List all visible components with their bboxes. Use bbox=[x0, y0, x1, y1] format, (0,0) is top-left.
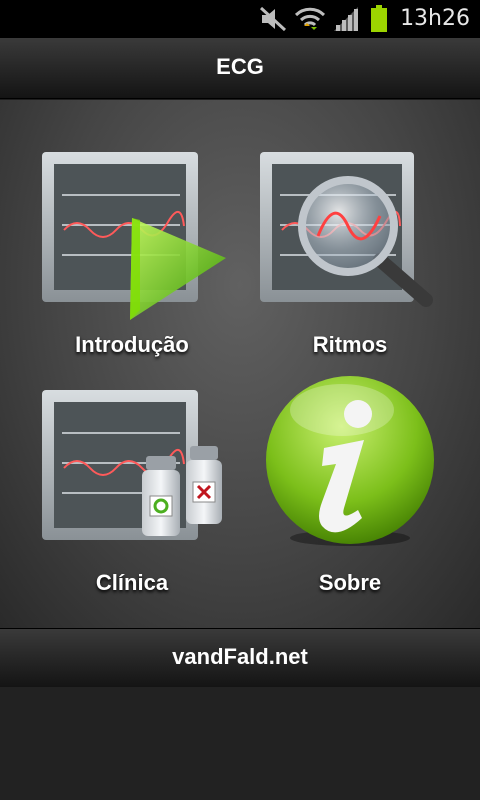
menu-item-label: Ritmos bbox=[312, 332, 388, 357]
menu-item-label: Introdução bbox=[75, 332, 189, 357]
menu-item-label: Sobre bbox=[318, 570, 382, 595]
play-monitor-icon bbox=[42, 152, 226, 320]
clock: 13h26 bbox=[400, 6, 470, 31]
menu-grid: Introdução Ritmos Clínica Sobre bbox=[0, 100, 480, 628]
vials-monitor-icon bbox=[42, 390, 222, 540]
status-bar: 13h26 bbox=[0, 0, 480, 38]
wifi-icon bbox=[294, 7, 326, 30]
footer-bar: vandFald.net bbox=[0, 628, 480, 688]
title-bar: ECG bbox=[0, 38, 480, 99]
magnifier-monitor-icon bbox=[260, 152, 433, 307]
info-icon bbox=[266, 376, 434, 546]
empty-area bbox=[0, 687, 480, 800]
website-link[interactable]: vandFald.net bbox=[0, 644, 480, 670]
menu-item-label: Clínica bbox=[95, 570, 169, 595]
signal-icon bbox=[334, 7, 358, 31]
menu-item-ritmos[interactable]: Ritmos bbox=[230, 130, 470, 370]
page-title: ECG bbox=[216, 54, 264, 79]
battery-icon bbox=[371, 5, 387, 32]
menu-item-clinica[interactable]: Clínica bbox=[12, 370, 252, 610]
mute-icon bbox=[259, 6, 287, 32]
menu-item-sobre[interactable]: Sobre bbox=[230, 370, 470, 610]
menu-item-introducao[interactable]: Introdução bbox=[12, 130, 252, 370]
